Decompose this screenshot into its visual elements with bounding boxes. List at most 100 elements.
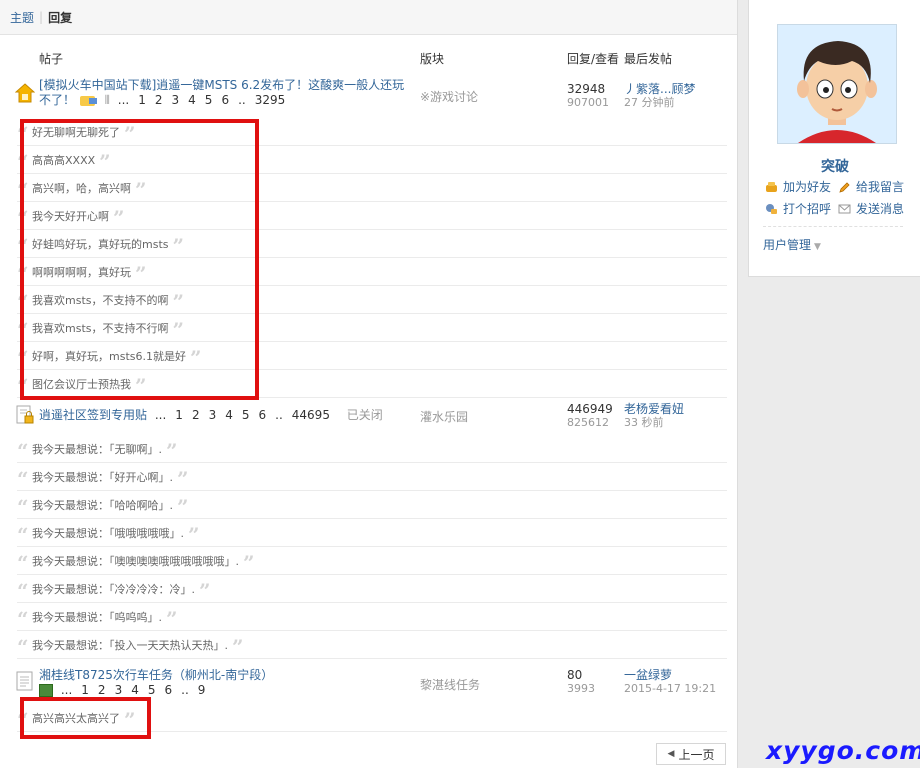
watermark-logo: xyygo.com bbox=[766, 736, 920, 765]
profile-username[interactable]: 突破 bbox=[749, 156, 920, 176]
avatar[interactable] bbox=[777, 24, 897, 144]
page-link[interactable]: 9 bbox=[198, 683, 206, 697]
quote-close-icon: ” bbox=[166, 438, 178, 463]
hot-topic-icon bbox=[15, 83, 35, 103]
page-link[interactable]: 2 bbox=[192, 408, 200, 422]
prev-page-button[interactable]: ◀ 上一页 bbox=[656, 743, 726, 765]
quote-close-icon: ” bbox=[243, 550, 255, 575]
last-post-user[interactable]: 一盆绿萝 bbox=[624, 668, 734, 682]
thread-title-block: [模拟火车中国站下载]逍遥一键MSTS 6.2发布了！这酸爽一般人还玩不了！ ⦀… bbox=[39, 78, 409, 108]
quote-open-icon: “ bbox=[17, 578, 29, 603]
thread-forum[interactable]: 黎湛线任务 bbox=[420, 676, 480, 693]
view-count: 3993 bbox=[567, 682, 595, 695]
page-link[interactable]: 3 bbox=[115, 683, 123, 697]
page-link[interactable]: 1 bbox=[81, 683, 89, 697]
page-link[interactable]: 2 bbox=[98, 683, 106, 697]
last-post-time[interactable]: 2015-4-17 19:21 bbox=[624, 682, 734, 696]
user-manage-label: 用户管理 bbox=[763, 238, 812, 252]
page-link[interactable]: 4 bbox=[131, 683, 139, 697]
tab-replies[interactable]: 回复 bbox=[48, 9, 72, 26]
thread-title-link[interactable]: 湘桂线T8725次行车任务（柳州北-南宁段） bbox=[39, 668, 273, 682]
quote-open-icon: “ bbox=[17, 606, 29, 631]
main-panel: 主题 | 回复 帖子 版块 回复/查看 最后发帖 [模拟火车中国站下载]逍遥一键… bbox=[0, 0, 738, 768]
locked-topic-icon bbox=[16, 405, 34, 424]
quote-close-icon: ” bbox=[177, 466, 189, 491]
reply-count: 80 bbox=[567, 668, 583, 682]
pages-ellipsis: .. bbox=[275, 408, 283, 422]
quote-open-icon: “ bbox=[17, 494, 29, 519]
thread-pages: ... 1 2 3 4 5 6.. 44695 bbox=[155, 408, 343, 422]
page-link[interactable]: 4 bbox=[188, 93, 196, 107]
add-friend-button[interactable]: 加为好友 bbox=[765, 178, 831, 195]
reply-count: 446949 bbox=[567, 402, 613, 416]
reply-text: 我今天最想说：「哈哈啊哈」. bbox=[32, 498, 173, 512]
last-post-user[interactable]: 丿紫落...顾梦 bbox=[624, 82, 734, 96]
page-link[interactable]: 6 bbox=[259, 408, 267, 422]
highlight-box bbox=[20, 119, 259, 400]
reply-line[interactable]: “我今天最想说：「哈哈啊哈」. ” bbox=[17, 491, 727, 519]
reply-count: 32948 bbox=[567, 82, 606, 96]
page-link[interactable]: 2 bbox=[155, 93, 163, 107]
reply-text: 我今天最想说：「投入一天天热认天热」. bbox=[32, 638, 228, 652]
page-link[interactable]: 6 bbox=[164, 683, 172, 697]
thread-badges bbox=[79, 95, 101, 107]
thread-pages: ... 1 2 3 4 5 6.. 3295 bbox=[118, 93, 294, 107]
thread-title-link[interactable]: 逍遥社区签到专用贴 bbox=[39, 408, 147, 422]
highlight-box bbox=[20, 697, 151, 739]
last-post-time[interactable]: 27 分钟前 bbox=[624, 96, 734, 110]
leave-message-button[interactable]: 给我留言 bbox=[838, 178, 904, 195]
divider bbox=[763, 226, 903, 227]
last-post-user[interactable]: 老杨爱看妞 bbox=[624, 402, 734, 416]
page-link[interactable]: 5 bbox=[148, 683, 156, 697]
pages-ellipsis: ... bbox=[154, 408, 167, 422]
page-link[interactable]: 4 bbox=[225, 408, 233, 422]
reply-line[interactable]: “我今天最想说：「噢噢噢噢哦哦哦哦哦哦」. ” bbox=[17, 547, 727, 575]
reply-line[interactable]: “我今天最想说：「哦哦哦哦哦」. ” bbox=[17, 519, 727, 547]
user-manage-menu[interactable]: 用户管理 ▼ bbox=[763, 236, 821, 253]
prev-page-label: 上一页 bbox=[678, 747, 715, 762]
thread-forum[interactable]: ※游戏讨论 bbox=[420, 88, 478, 105]
reply-line[interactable]: “我今天最想说：「冷冷冷冷：冷」. ” bbox=[17, 575, 727, 603]
page-link[interactable]: 44695 bbox=[292, 408, 330, 422]
image-attachment-icon bbox=[39, 684, 53, 697]
reply-line[interactable]: “我今天最想说：「好开心啊」. ” bbox=[17, 463, 727, 491]
last-post-time[interactable]: 33 秒前 bbox=[624, 416, 734, 430]
add-friend-icon bbox=[766, 181, 777, 192]
page-link[interactable]: 5 bbox=[205, 93, 213, 107]
thread-last-post: 老杨爱看妞 33 秒前 bbox=[624, 402, 734, 430]
pencil-icon bbox=[839, 181, 850, 193]
thread-counts: 80 3993 bbox=[567, 668, 622, 696]
greet-label: 打个招呼 bbox=[783, 202, 832, 216]
profile-panel: 突破 加为好友 给我留言 打个招呼 发送消息 用户管理 ▼ bbox=[748, 0, 920, 277]
page-link[interactable]: 3295 bbox=[255, 93, 286, 107]
avatar-image bbox=[778, 25, 896, 143]
tab-bar: 主题 | 回复 bbox=[0, 0, 737, 35]
greet-button[interactable]: 打个招呼 bbox=[765, 200, 831, 217]
header-last-post: 最后发帖 bbox=[624, 52, 673, 66]
quote-close-icon: ” bbox=[188, 522, 200, 547]
send-message-button[interactable]: 发送消息 bbox=[838, 200, 904, 217]
page-link[interactable]: 5 bbox=[242, 408, 250, 422]
reply-text: 我今天最想说：「噢噢噢噢哦哦哦哦哦哦」. bbox=[32, 554, 239, 568]
page-link[interactable]: 1 bbox=[138, 93, 146, 107]
thread-forum[interactable]: 灌水乐园 bbox=[420, 408, 468, 425]
quote-close-icon: ” bbox=[166, 606, 178, 631]
quote-open-icon: “ bbox=[17, 438, 29, 463]
reply-line[interactable]: “我今天最想说：「呜呜呜」. ” bbox=[17, 603, 727, 631]
page-link[interactable]: 1 bbox=[175, 408, 183, 422]
quote-open-icon: “ bbox=[17, 466, 29, 491]
reply-text: 我今天最想说：「无聊啊」. bbox=[32, 442, 162, 456]
page-link[interactable]: 3 bbox=[209, 408, 217, 422]
tab-separator: | bbox=[39, 10, 44, 24]
thread-counts: 446949 825612 bbox=[567, 402, 622, 430]
page-link[interactable]: 3 bbox=[172, 93, 180, 107]
closed-label: 已关闭 bbox=[346, 408, 383, 422]
header-counts: 回复/查看 bbox=[567, 52, 620, 66]
greet-icon bbox=[766, 203, 777, 214]
leave-message-label: 给我留言 bbox=[856, 180, 905, 194]
page-link[interactable]: 6 bbox=[221, 93, 229, 107]
tab-topics[interactable]: 主题 bbox=[10, 9, 34, 26]
reply-line[interactable]: “我今天最想说：「投入一天天热认天热」. ” bbox=[17, 631, 727, 659]
envelope-icon bbox=[838, 204, 851, 213]
reply-line[interactable]: “我今天最想说：「无聊啊」. ” bbox=[17, 435, 727, 463]
